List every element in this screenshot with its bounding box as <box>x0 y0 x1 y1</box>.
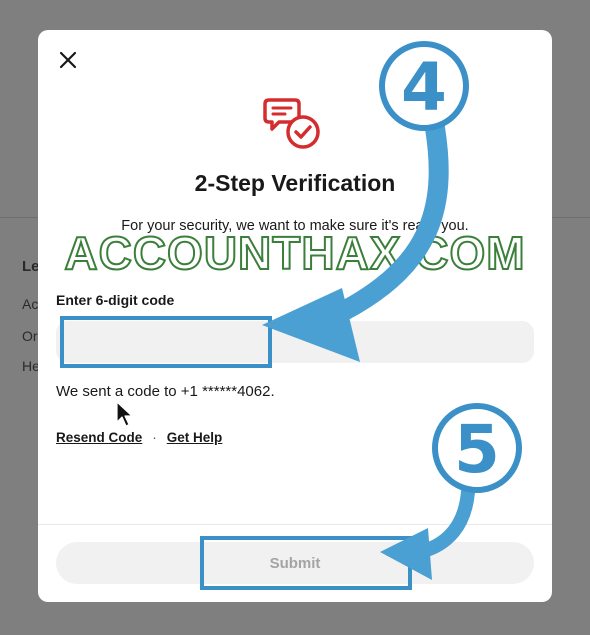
mouse-cursor-icon <box>114 400 136 428</box>
footer-divider <box>38 524 552 525</box>
resend-code-link[interactable]: Resend Code <box>56 430 142 445</box>
code-label: Enter 6-digit code <box>56 292 175 308</box>
highlight-submit-button <box>200 536 412 590</box>
background-heading: Le <box>22 258 40 275</box>
background-link-1: Ac <box>22 296 39 312</box>
help-links: Resend Code · Get Help <box>56 430 222 445</box>
modal-title: 2-Step Verification <box>194 170 396 196</box>
close-icon[interactable] <box>56 48 80 72</box>
link-separator: · <box>152 430 157 445</box>
code-sent-message: We sent a code to +1 ******4062. <box>56 383 275 400</box>
get-help-link[interactable]: Get Help <box>167 430 223 445</box>
highlight-code-input <box>60 316 272 368</box>
message-check-icon <box>263 96 325 152</box>
watermark-text: ACCOUNTHAX.COM <box>63 226 526 280</box>
background-link-2: Or <box>22 328 38 344</box>
